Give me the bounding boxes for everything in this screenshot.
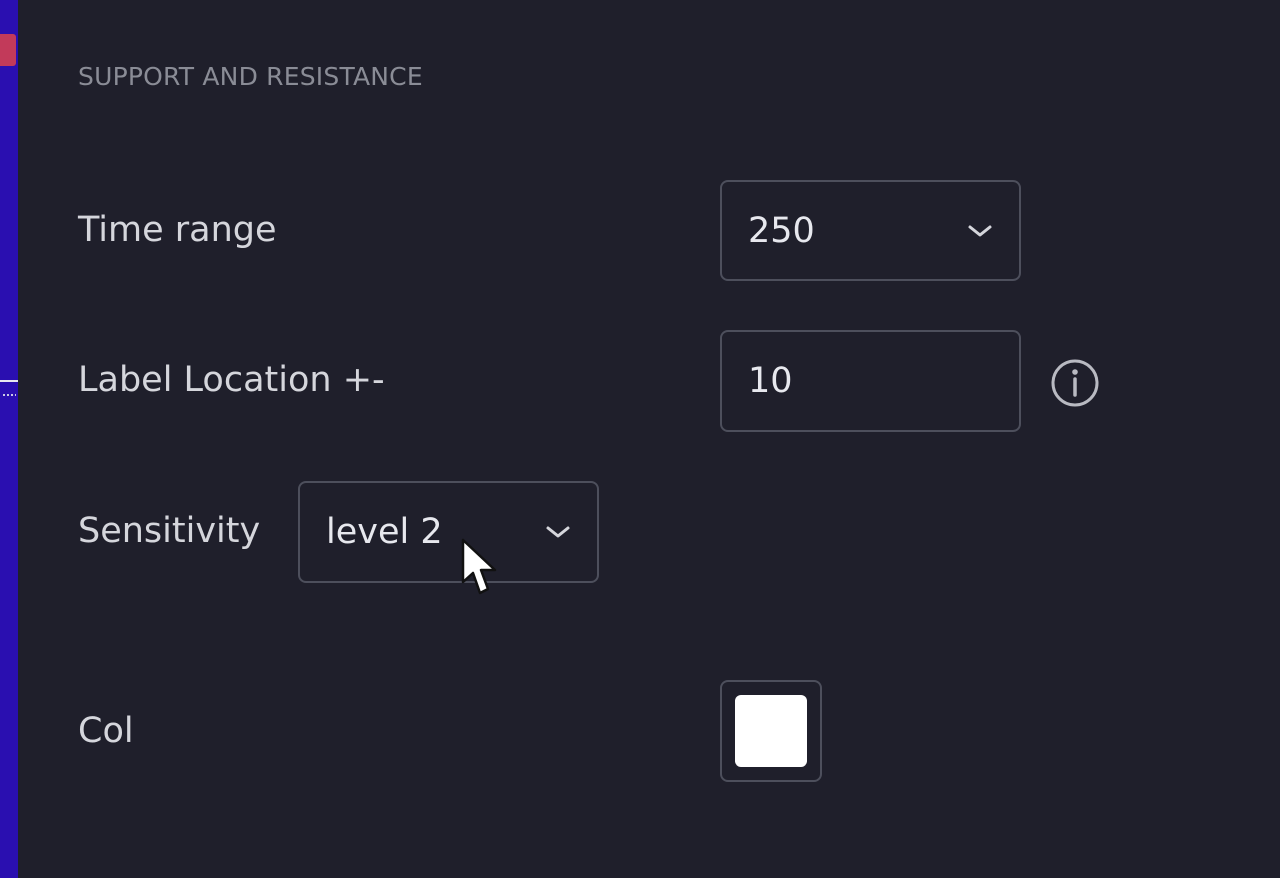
label-location-label: Label Location +- [78, 360, 385, 400]
color-swatch [735, 695, 807, 767]
price-marker [0, 34, 16, 66]
sensitivity-label: Sensitivity [78, 511, 261, 551]
mouse-pointer-icon [461, 538, 497, 595]
section-title: SUPPORT AND RESISTANCE [78, 62, 423, 91]
info-icon[interactable] [1050, 358, 1100, 408]
chevron-down-icon [546, 526, 570, 538]
sensitivity-value: level 2 [326, 512, 443, 552]
label-location-value: 10 [748, 361, 793, 401]
chevron-down-icon [968, 225, 992, 236]
chart-edge-strip [0, 0, 18, 878]
settings-panel: SUPPORT AND RESISTANCE Time range 250 La… [0, 0, 1280, 878]
sensitivity-dropdown[interactable]: level 2 [298, 481, 599, 583]
dotted-line [2, 394, 16, 396]
time-range-label: Time range [78, 210, 277, 250]
crosshair-line [0, 380, 18, 382]
color-label: Col [78, 711, 134, 751]
time-range-value: 250 [748, 210, 815, 251]
time-range-dropdown[interactable]: 250 [720, 180, 1021, 281]
color-picker-button[interactable] [720, 680, 822, 782]
label-location-input[interactable]: 10 [720, 330, 1021, 432]
